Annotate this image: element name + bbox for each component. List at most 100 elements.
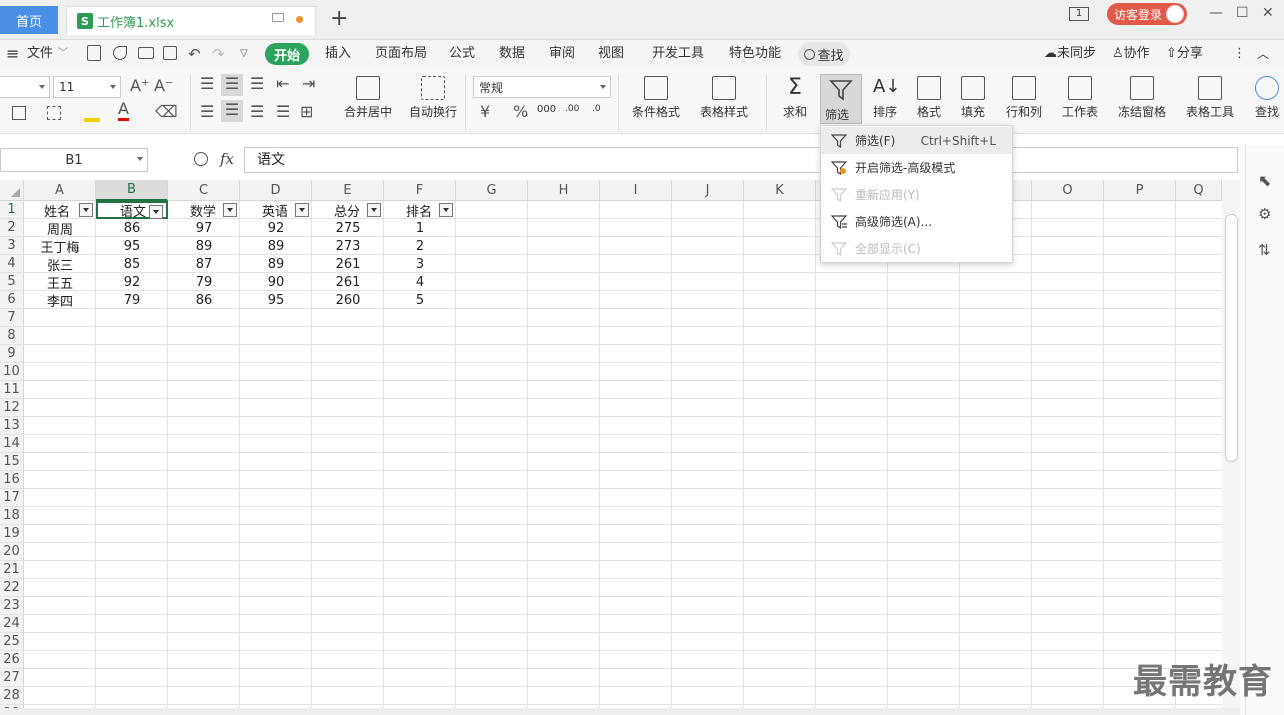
row-header[interactable]: 3 <box>0 237 24 255</box>
row-header[interactable]: 14 <box>0 435 24 453</box>
row-header[interactable]: 28 <box>0 687 24 705</box>
row-header[interactable]: 9 <box>0 345 24 363</box>
table-cell[interactable]: 李四 <box>24 291 96 310</box>
table-cell[interactable]: 92 <box>240 219 312 237</box>
clear-format-icon[interactable]: ⌫ <box>155 102 178 121</box>
spreadsheet-grid[interactable]: ABCDEFGHIJKLMNOPQ 1234567891011121314151… <box>0 180 1222 710</box>
menu-file[interactable]: 文件 <box>27 40 53 68</box>
filter-dropdown-icon[interactable] <box>79 203 93 217</box>
column-header[interactable]: B <box>96 180 168 201</box>
sync-status[interactable]: ☁未同步 <box>1044 40 1096 68</box>
grow-font-button[interactable]: A⁺ <box>130 76 149 95</box>
currency-button[interactable]: ¥ <box>480 102 490 121</box>
table-cell[interactable]: 89 <box>168 237 240 255</box>
font-name-select[interactable] <box>0 76 50 98</box>
table-cell[interactable]: 周周 <box>24 219 96 238</box>
tab-review[interactable]: 审阅 <box>549 40 575 68</box>
row-header[interactable]: 19 <box>0 525 24 543</box>
window-count-badge[interactable]: 1 <box>1069 7 1089 21</box>
row-col-button[interactable]: 行和列 <box>1000 76 1048 120</box>
row-header[interactable]: 15 <box>0 453 24 471</box>
print-icon[interactable] <box>138 47 154 59</box>
row-header[interactable]: 7 <box>0 309 24 327</box>
table-cell[interactable]: 95 <box>96 237 168 255</box>
column-header[interactable]: Q <box>1176 180 1222 201</box>
row-header[interactable]: 6 <box>0 291 24 309</box>
column-header[interactable]: H <box>528 180 600 201</box>
number-format-select[interactable]: 常规 <box>473 76 611 98</box>
row-header[interactable]: 22 <box>0 579 24 597</box>
table-cell[interactable]: 王五 <box>24 273 96 292</box>
header-cell[interactable]: 排名 <box>384 201 456 220</box>
zoom-formula-icon[interactable] <box>194 152 208 166</box>
table-cell[interactable]: 261 <box>312 255 384 273</box>
table-cell[interactable]: 86 <box>168 291 240 309</box>
justify-icon[interactable]: ☰ <box>276 102 290 121</box>
row-header[interactable]: 8 <box>0 327 24 345</box>
column-header[interactable]: D <box>240 180 312 201</box>
row-header[interactable]: 25 <box>0 633 24 651</box>
column-header[interactable]: G <box>456 180 528 201</box>
row-header[interactable]: 27 <box>0 669 24 687</box>
guest-login-button[interactable]: 访客登录 <box>1107 3 1187 25</box>
search-button[interactable]: 查找 <box>798 42 850 66</box>
border-icon[interactable] <box>12 106 26 120</box>
align-middle-icon[interactable]: ☰ <box>221 74 243 96</box>
column-header[interactable]: E <box>312 180 384 201</box>
table-cell[interactable]: 87 <box>168 255 240 273</box>
tab-start[interactable]: 开始 <box>265 43 309 65</box>
column-header[interactable]: K <box>744 180 816 201</box>
row-header[interactable]: 4 <box>0 255 24 273</box>
table-cell[interactable]: 王丁梅 <box>24 237 96 256</box>
header-cell[interactable]: 英语 <box>240 201 312 220</box>
save-icon[interactable] <box>87 45 101 61</box>
sort-panel-icon[interactable]: ⇅ <box>1258 241 1271 259</box>
table-cell[interactable]: 89 <box>240 237 312 255</box>
name-box[interactable]: B1 <box>0 148 148 172</box>
fx-icon[interactable]: fx <box>220 150 234 168</box>
collab-button[interactable]: ♙协作 <box>1112 40 1150 68</box>
find-button[interactable]: 查找 <box>1250 76 1284 120</box>
table-cell[interactable]: 79 <box>168 273 240 291</box>
row-header[interactable]: 13 <box>0 417 24 435</box>
table-cell[interactable]: 85 <box>96 255 168 273</box>
collapse-ribbon-icon[interactable]: ︿ <box>1257 40 1269 68</box>
monitor-icon[interactable] <box>272 13 284 22</box>
fill-button[interactable]: 填充 <box>954 76 992 120</box>
row-header[interactable]: 20 <box>0 543 24 561</box>
column-header[interactable]: F <box>384 180 456 201</box>
filter-dropdown-icon[interactable] <box>439 203 453 217</box>
vertical-scroll-thumb[interactable] <box>1225 214 1238 462</box>
close-button[interactable]: ✕ <box>1262 5 1274 21</box>
worksheet-button[interactable]: 工作表 <box>1056 76 1104 120</box>
align-bottom-icon[interactable]: ☰ <box>250 74 264 93</box>
increase-decimal-icon[interactable]: .00 <box>565 104 579 114</box>
shrink-font-button[interactable]: A⁻ <box>154 76 173 95</box>
table-cell[interactable]: 261 <box>312 273 384 291</box>
more-icon[interactable]: ⋮ <box>1233 40 1246 68</box>
percent-button[interactable]: % <box>513 102 528 121</box>
table-cell[interactable]: 3 <box>384 255 456 273</box>
horizontal-scrollbar[interactable] <box>0 708 1240 715</box>
row-header[interactable]: 1 <box>0 201 24 219</box>
sum-button[interactable]: Σ 求和 <box>776 76 814 120</box>
minimize-button[interactable]: — <box>1209 5 1223 21</box>
wrap-text-button[interactable]: 自动换行 <box>406 76 460 120</box>
align-left-icon[interactable]: ☰ <box>200 102 214 121</box>
cell-style-icon[interactable] <box>47 106 61 120</box>
column-header[interactable]: J <box>672 180 744 201</box>
table-cell[interactable]: 张三 <box>24 255 96 274</box>
tab-view[interactable]: 视图 <box>598 40 624 68</box>
menu-item-filter[interactable]: 筛选(F) Ctrl+Shift+L <box>821 127 1012 154</box>
column-header[interactable]: A <box>24 180 96 201</box>
tab-formulas[interactable]: 公式 <box>449 40 475 68</box>
quick-access-dropdown-icon[interactable]: ▽ <box>240 40 248 68</box>
column-header[interactable]: P <box>1104 180 1176 201</box>
tab-page-layout[interactable]: 页面布局 <box>375 40 427 68</box>
align-right-icon[interactable]: ☰ <box>250 102 264 121</box>
tab-data[interactable]: 数据 <box>499 40 525 68</box>
header-cell[interactable]: 数学 <box>168 201 240 220</box>
share-button[interactable]: ⇧分享 <box>1166 40 1203 68</box>
indent-increase-icon[interactable]: ⇥ <box>302 74 315 93</box>
table-cell[interactable]: 90 <box>240 273 312 291</box>
